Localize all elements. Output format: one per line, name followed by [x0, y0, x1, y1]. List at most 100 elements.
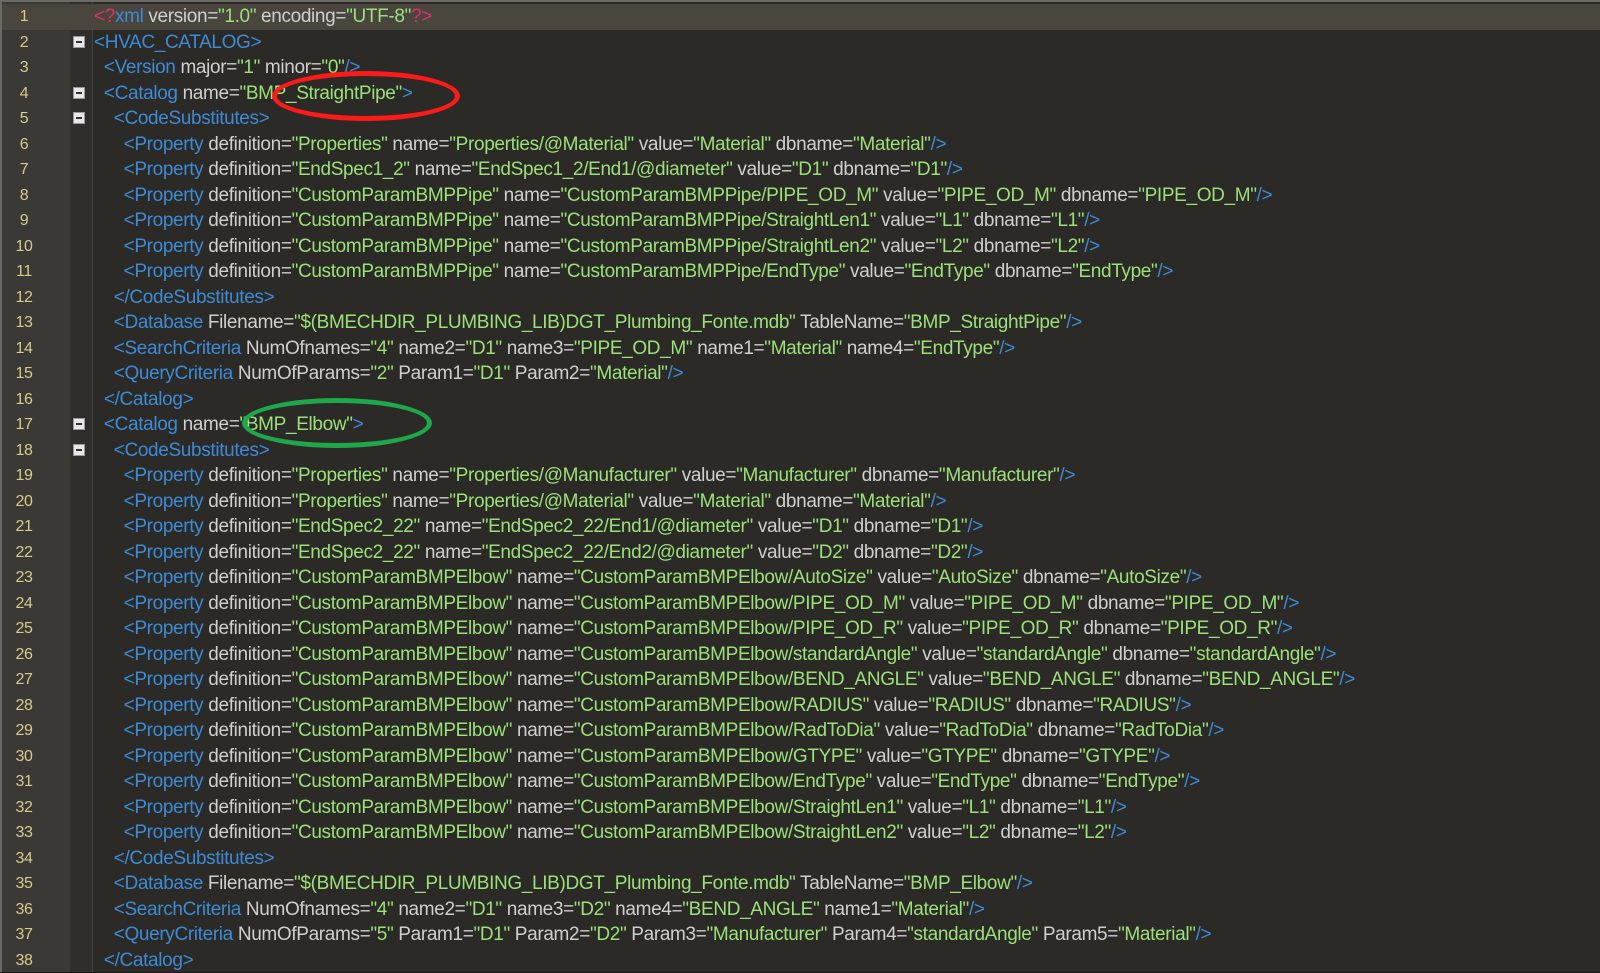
code-line[interactable]: 2<HVAC_CATALOG>	[2, 30, 1600, 56]
fold-collapse-icon[interactable]	[73, 444, 85, 456]
fold-collapse-icon[interactable]	[73, 36, 85, 48]
code-line[interactable]: 34 </CodeSubstitutes>	[2, 846, 1600, 872]
fold-collapse-icon[interactable]	[73, 112, 85, 124]
code-line[interactable]: 19 <Property definition="Properties" nam…	[2, 463, 1600, 489]
code-text[interactable]: </CodeSubstitutes>	[94, 285, 274, 311]
token-plain	[94, 720, 124, 741]
token-attr: dbname=	[849, 516, 931, 537]
token-val: "CustomParamBMPElbow"	[292, 593, 512, 614]
code-text[interactable]: <Property definition="EndSpec2_22" name=…	[94, 540, 983, 566]
code-editor[interactable]: 1<?xml version="1.0" encoding="UTF-8"?>2…	[0, 0, 1600, 972]
code-line[interactable]: 14 <SearchCriteria NumOfnames="4" name2=…	[2, 336, 1600, 362]
code-line[interactable]: 26 <Property definition="CustomParamBMPE…	[2, 642, 1600, 668]
code-text[interactable]: <Database Filename="$(BMECHDIR_PLUMBING_…	[94, 310, 1082, 336]
code-line[interactable]: 5 <CodeSubstitutes>	[2, 106, 1600, 132]
token-val: "CustomParamBMPElbow/BEND_ANGLE"	[574, 669, 924, 690]
code-line[interactable]: 28 <Property definition="CustomParamBMPE…	[2, 693, 1600, 719]
code-line[interactable]: 30 <Property definition="CustomParamBMPE…	[2, 744, 1600, 770]
token-attr: TableName=	[795, 873, 903, 894]
code-text[interactable]: <HVAC_CATALOG>	[94, 30, 261, 56]
code-text[interactable]: </Catalog>	[94, 948, 193, 973]
code-line[interactable]: 31 <Property definition="CustomParamBMPE…	[2, 769, 1600, 795]
code-text[interactable]: <SearchCriteria NumOfnames="4" name2="D1…	[94, 897, 985, 923]
code-line[interactable]: 37 <QueryCriteria NumOfParams="5" Param1…	[2, 922, 1600, 948]
line-number: 15	[2, 361, 46, 387]
code-text[interactable]: <Version major="1" minor="0"/>	[94, 55, 360, 81]
code-line[interactable]: 32 <Property definition="CustomParamBMPE…	[2, 795, 1600, 821]
code-text[interactable]: <Catalog name="BMP_Elbow">	[94, 412, 363, 438]
code-text[interactable]: <Property definition="CustomParamBMPElbo…	[94, 591, 1299, 617]
code-text[interactable]: <Property definition="EndSpec2_22" name=…	[94, 514, 983, 540]
code-text[interactable]: <CodeSubstitutes>	[94, 106, 269, 132]
code-line[interactable]: 3 <Version major="1" minor="0"/>	[2, 55, 1600, 81]
code-line[interactable]: 24 <Property definition="CustomParamBMPE…	[2, 591, 1600, 617]
code-text[interactable]: <Property definition="CustomParamBMPElbo…	[94, 642, 1336, 668]
code-text[interactable]: <Property definition="CustomParamBMPElbo…	[94, 565, 1202, 591]
code-text[interactable]: <Property definition="Properties" name="…	[94, 489, 946, 515]
code-line[interactable]: 1<?xml version="1.0" encoding="UTF-8"?>	[2, 4, 1600, 30]
code-line[interactable]: 33 <Property definition="CustomParamBMPE…	[2, 820, 1600, 846]
code-line[interactable]: 9 <Property definition="CustomParamBMPPi…	[2, 208, 1600, 234]
code-line[interactable]: 12 </CodeSubstitutes>	[2, 285, 1600, 311]
code-text[interactable]: <Property definition="CustomParamBMPPipe…	[94, 259, 1173, 285]
code-line[interactable]: 16 </Catalog>	[2, 387, 1600, 413]
code-text[interactable]: <Property definition="CustomParamBMPElbo…	[94, 820, 1127, 846]
token-tag: />	[1066, 312, 1082, 333]
code-text[interactable]: <Property definition="Properties" name="…	[94, 463, 1075, 489]
code-line[interactable]: 8 <Property definition="CustomParamBMPPi…	[2, 183, 1600, 209]
code-text[interactable]: <Catalog name="BMP_StraightPipe">	[94, 81, 413, 107]
code-text[interactable]: <Property definition="CustomParamBMPPipe…	[94, 208, 1100, 234]
token-attr: name=	[499, 236, 561, 257]
code-text[interactable]: <Property definition="CustomParamBMPElbo…	[94, 769, 1200, 795]
code-line[interactable]: 4 <Catalog name="BMP_StraightPipe">	[2, 81, 1600, 107]
code-text[interactable]: <Property definition="CustomParamBMPElbo…	[94, 667, 1355, 693]
token-attr: definition=	[203, 669, 291, 690]
code-line[interactable]: 25 <Property definition="CustomParamBMPE…	[2, 616, 1600, 642]
code-text[interactable]: </Catalog>	[94, 387, 193, 413]
code-line[interactable]: 21 <Property definition="EndSpec2_22" na…	[2, 514, 1600, 540]
code-line[interactable]: 22 <Property definition="EndSpec2_22" na…	[2, 540, 1600, 566]
code-line[interactable]: 35 <Database Filename="$(BMECHDIR_PLUMBI…	[2, 871, 1600, 897]
code-line[interactable]: 36 <SearchCriteria NumOfnames="4" name2=…	[2, 897, 1600, 923]
code-text[interactable]: <Property definition="CustomParamBMPPipe…	[94, 183, 1272, 209]
code-text[interactable]: </CodeSubstitutes>	[94, 846, 274, 872]
code-text[interactable]: <Property definition="EndSpec1_2" name="…	[94, 157, 963, 183]
fold-collapse-icon[interactable]	[73, 418, 85, 430]
code-text[interactable]: <QueryCriteria NumOfParams="5" Param1="D…	[94, 922, 1211, 948]
code-text[interactable]: <QueryCriteria NumOfParams="2" Param1="D…	[94, 361, 683, 387]
token-attr: definition=	[203, 797, 291, 818]
code-line[interactable]: 6 <Property definition="Properties" name…	[2, 132, 1600, 158]
code-text[interactable]: <SearchCriteria NumOfnames="4" name2="D1…	[94, 336, 1015, 362]
token-attr: name1=	[692, 338, 764, 359]
code-text[interactable]: <CodeSubstitutes>	[94, 438, 269, 464]
token-attr: dbname=	[1083, 593, 1165, 614]
code-text[interactable]: <Property definition="Properties" name="…	[94, 132, 946, 158]
code-line[interactable]: 27 <Property definition="CustomParamBMPE…	[2, 667, 1600, 693]
code-text[interactable]: <?xml version="1.0" encoding="UTF-8"?>	[94, 4, 432, 30]
code-line[interactable]: 18 <CodeSubstitutes>	[2, 438, 1600, 464]
code-line[interactable]: 7 <Property definition="EndSpec1_2" name…	[2, 157, 1600, 183]
token-tag: <Property	[124, 159, 204, 180]
code-line[interactable]: 38 </Catalog>	[2, 948, 1600, 973]
code-text[interactable]: <Property definition="CustomParamBMPElbo…	[94, 718, 1224, 744]
token-val: "EndSpec1_2/End1/@diameter"	[472, 159, 733, 180]
code-text[interactable]: <Property definition="CustomParamBMPElbo…	[94, 744, 1170, 770]
code-text[interactable]: <Property definition="CustomParamBMPElbo…	[94, 616, 1293, 642]
code-line[interactable]: 29 <Property definition="CustomParamBMPE…	[2, 718, 1600, 744]
code-line[interactable]: 10 <Property definition="CustomParamBMPP…	[2, 234, 1600, 260]
token-attr: name=	[512, 822, 574, 843]
token-plain	[94, 899, 114, 920]
fold-collapse-icon[interactable]	[73, 87, 85, 99]
code-text[interactable]: <Database Filename="$(BMECHDIR_PLUMBING_…	[94, 871, 1033, 897]
code-line[interactable]: 11 <Property definition="CustomParamBMPP…	[2, 259, 1600, 285]
code-line[interactable]: 20 <Property definition="Properties" nam…	[2, 489, 1600, 515]
token-val: "Material"	[891, 899, 969, 920]
code-line[interactable]: 17 <Catalog name="BMP_Elbow">	[2, 412, 1600, 438]
code-text[interactable]: <Property definition="CustomParamBMPElbo…	[94, 693, 1191, 719]
code-line[interactable]: 13 <Database Filename="$(BMECHDIR_PLUMBI…	[2, 310, 1600, 336]
code-text[interactable]: <Property definition="CustomParamBMPPipe…	[94, 234, 1100, 260]
code-line[interactable]: 23 <Property definition="CustomParamBMPE…	[2, 565, 1600, 591]
code-line[interactable]: 15 <QueryCriteria NumOfParams="2" Param1…	[2, 361, 1600, 387]
code-text[interactable]: <Property definition="CustomParamBMPElbo…	[94, 795, 1127, 821]
code-area[interactable]: 1<?xml version="1.0" encoding="UTF-8"?>2…	[2, 4, 1600, 973]
